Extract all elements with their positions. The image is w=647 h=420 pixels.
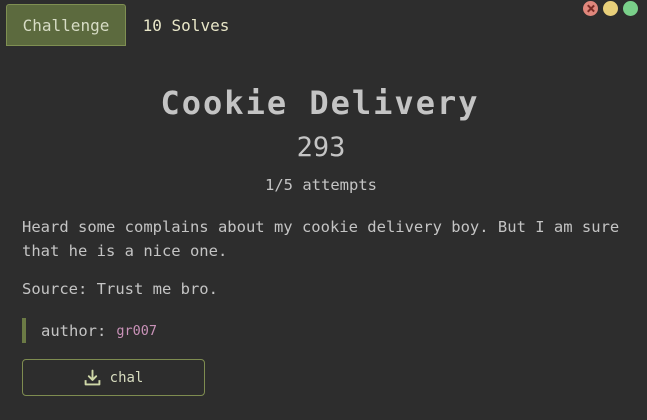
tab-challenge[interactable]: Challenge	[6, 4, 126, 46]
challenge-points: 293	[296, 132, 346, 163]
minimize-icon[interactable]	[603, 1, 618, 16]
download-file-button[interactable]: chal	[22, 359, 205, 396]
tab-bar: Challenge 10 Solves	[0, 0, 647, 46]
file-label: chal	[109, 369, 144, 386]
download-icon	[84, 369, 101, 386]
challenge-source: Source: Trust me bro.	[22, 280, 218, 298]
challenge-title: Cookie Delivery	[160, 84, 480, 122]
close-icon[interactable]	[583, 1, 598, 16]
tab-solves[interactable]: 10 Solves	[130, 4, 242, 46]
maximize-icon[interactable]	[623, 1, 638, 16]
author-name: gr007	[116, 322, 157, 339]
author-label: author:	[41, 321, 107, 340]
author-blockquote: author: gr007	[22, 318, 157, 343]
attempts-count: 1/5 attempts	[265, 176, 377, 194]
challenge-description: Heard some complains about my cookie del…	[22, 218, 620, 260]
